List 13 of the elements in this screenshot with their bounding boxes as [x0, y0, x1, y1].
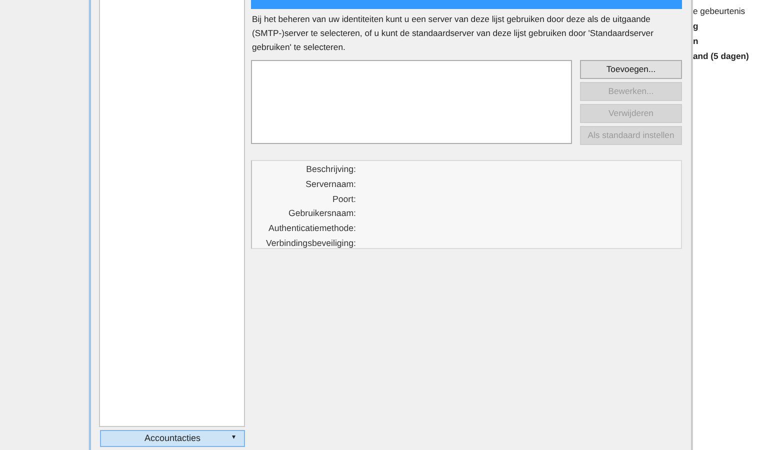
field-label: Beschrijving: — [305, 163, 356, 176]
field-label: Gebruikersnaam: — [288, 207, 356, 220]
event-text: and (5 dagen) — [693, 50, 750, 63]
field-label: Servernaam: — [304, 178, 356, 191]
server-list[interactable] — [251, 60, 572, 144]
event-text: e gebeurtenis — [693, 5, 746, 18]
field-label: Authenticatiemethode: — [267, 222, 356, 236]
field-label: Poort: — [332, 192, 356, 206]
dialog-button[interactable]: Toevoegen... — [580, 60, 682, 79]
field-label: Verbindingsbeveiliging: — [265, 236, 356, 250]
event-text: g — [693, 20, 700, 33]
description-text: Bij het beheren van uw identiteiten kunt u een server van deze lijst gebruiken door deze als de uitgaande (SMTP-)server te selecteren, of u kunt de standaardserver van deze lijst gebruiken door 'Standaardserver gebruiken' te selecteren. — [252, 13, 654, 54]
event-text: n — [693, 35, 700, 48]
